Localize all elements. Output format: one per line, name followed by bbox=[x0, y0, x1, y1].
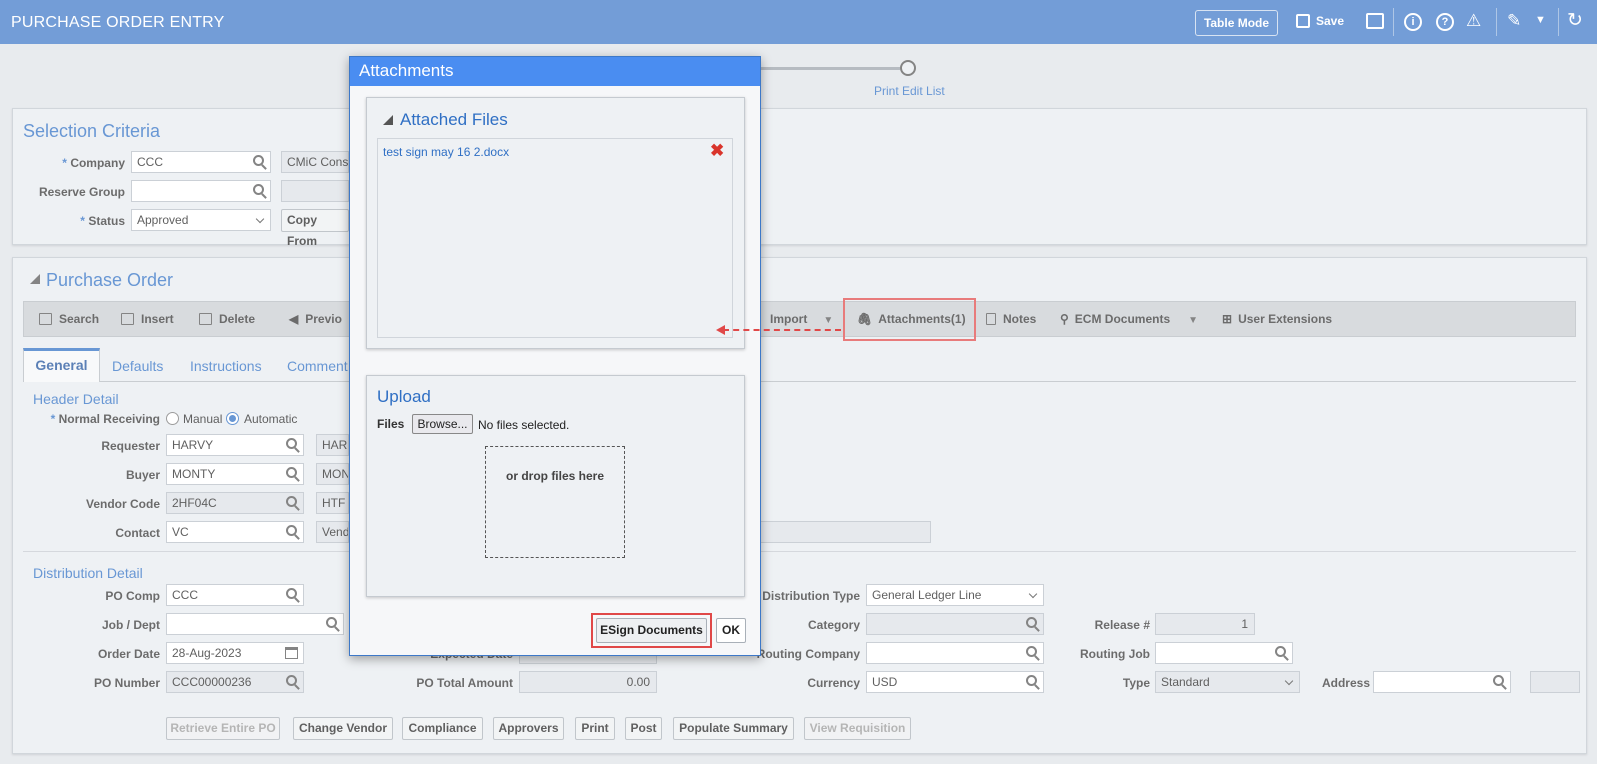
delete-file-icon[interactable]: ✖ bbox=[710, 141, 724, 161]
upload-heading: Upload bbox=[377, 387, 431, 406]
browse-button[interactable]: Browse... bbox=[412, 414, 473, 434]
drop-zone[interactable] bbox=[485, 446, 625, 558]
collapse-triangle-icon[interactable] bbox=[383, 115, 393, 125]
ok-button[interactable]: OK bbox=[716, 618, 746, 643]
drop-zone-text: or drop files here bbox=[505, 469, 605, 483]
attached-files-list bbox=[377, 138, 733, 338]
dialog-title: Attachments bbox=[350, 57, 760, 86]
esign-documents-button[interactable]: ESign Documents bbox=[596, 618, 707, 643]
files-label: Files bbox=[377, 417, 405, 431]
attached-files-heading: Attached Files bbox=[400, 110, 508, 129]
no-files-text: No files selected. bbox=[478, 418, 570, 432]
annotation-arrowhead bbox=[716, 325, 725, 335]
modal-overlay bbox=[0, 0, 1597, 764]
attachments-dialog: Attachments Attached Files test sign may… bbox=[349, 56, 761, 656]
annotation-arrow bbox=[723, 329, 841, 331]
attached-file-link[interactable]: test sign may 16 2.docx bbox=[383, 145, 509, 159]
